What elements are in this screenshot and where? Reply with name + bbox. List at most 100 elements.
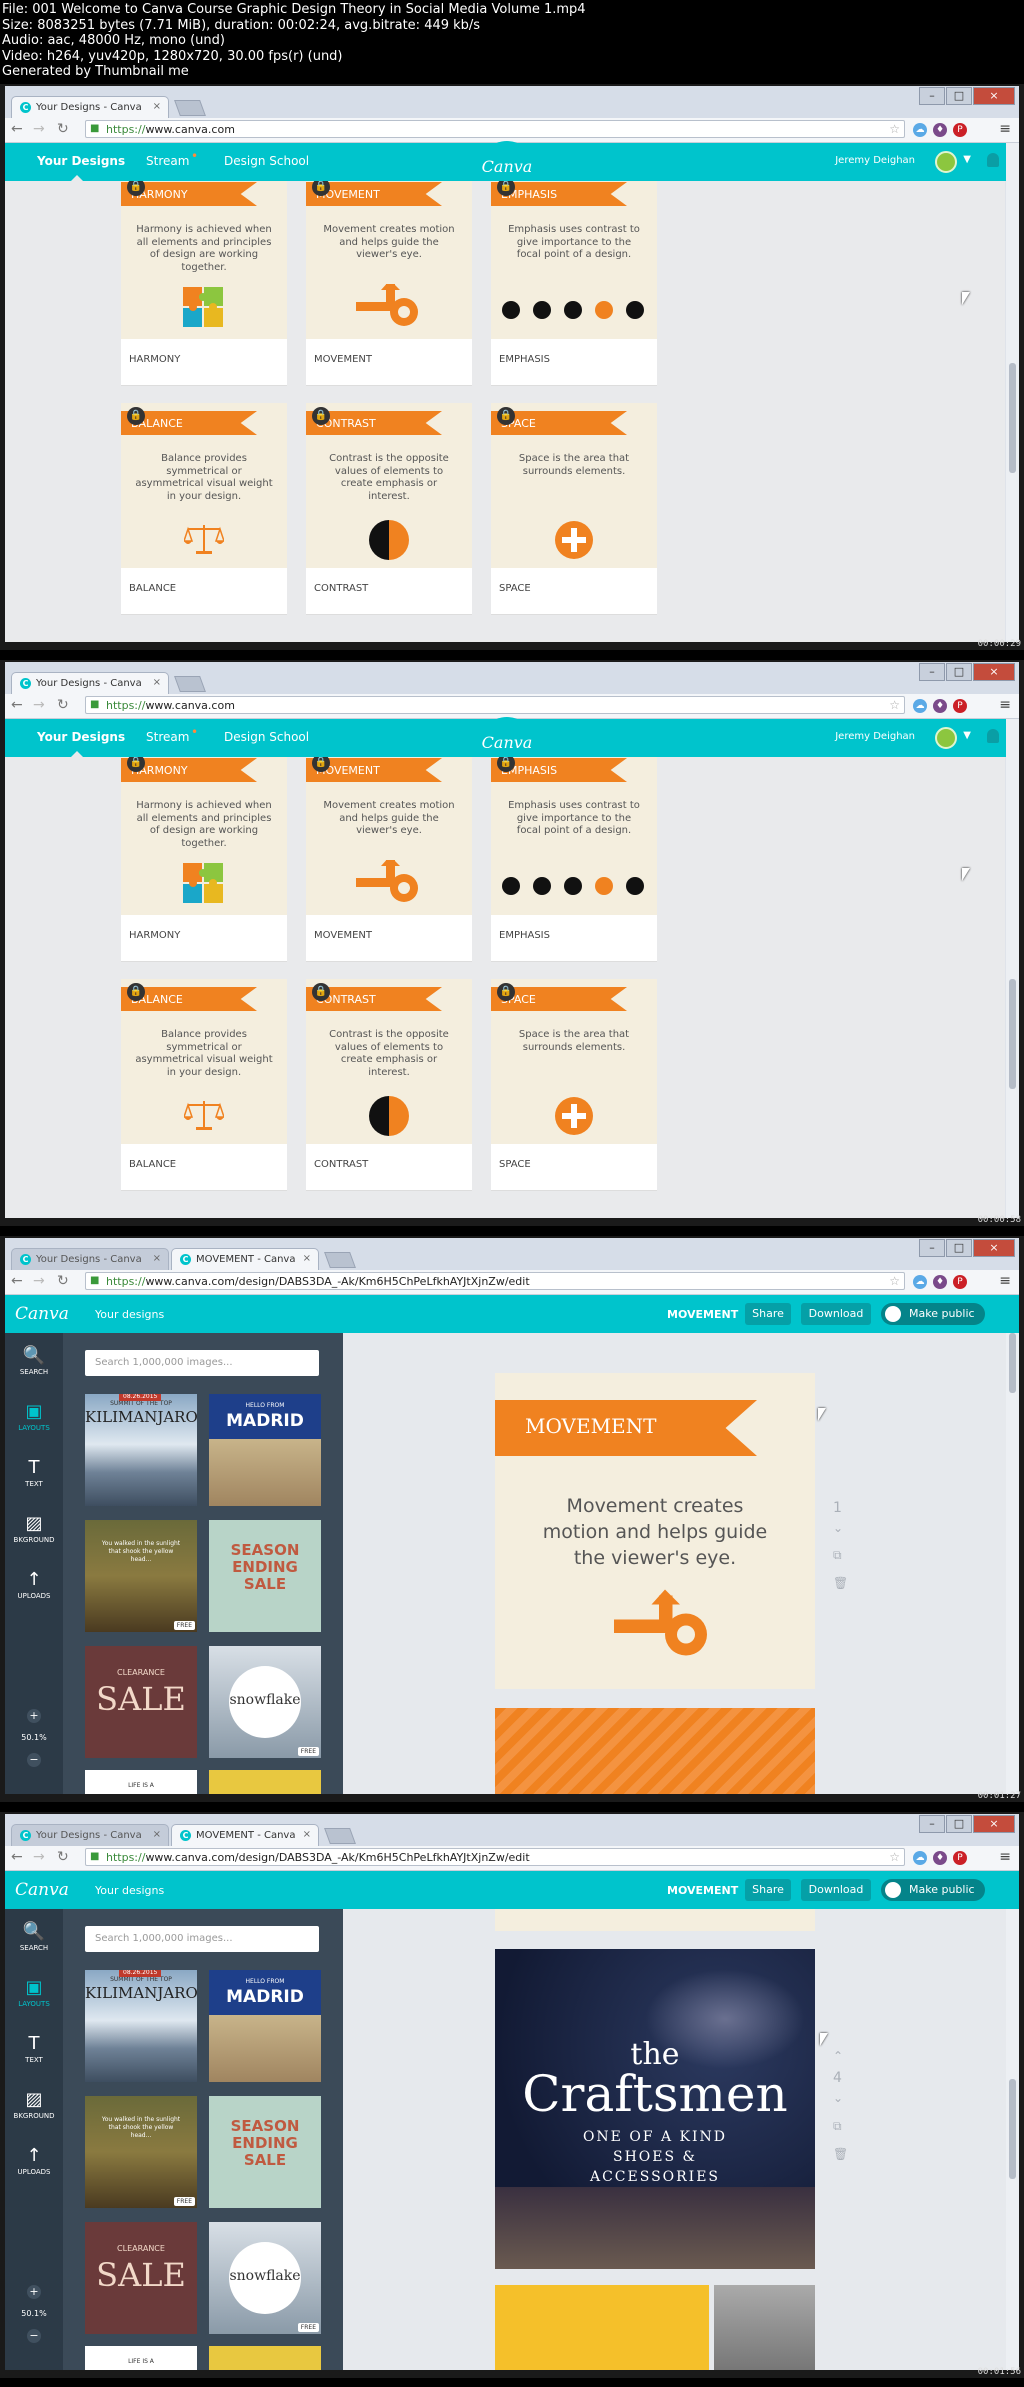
avatar[interactable] bbox=[935, 727, 957, 749]
design-title[interactable]: MOVEMENT bbox=[667, 1884, 738, 1897]
extension-icon[interactable]: ♦ bbox=[933, 1275, 947, 1289]
scrollbar-thumb[interactable] bbox=[1009, 979, 1016, 1089]
close-window-icon[interactable]: × bbox=[973, 87, 1015, 105]
cloud-extension-icon[interactable]: ☁ bbox=[913, 699, 927, 713]
avatar[interactable] bbox=[935, 151, 957, 173]
template-snowflake[interactable]: snowflake FREE bbox=[209, 1646, 321, 1758]
design-card-contrast[interactable]: CONTRAST 🔒 Contrast is the opposite valu… bbox=[306, 979, 472, 1191]
browser-tab[interactable]: C MOVEMENT - Canva × bbox=[171, 1248, 319, 1270]
scrollbar[interactable] bbox=[1006, 1333, 1019, 1794]
bell-icon[interactable] bbox=[987, 729, 999, 743]
back-arrow-icon[interactable]: ← bbox=[11, 1849, 23, 1865]
design-card-space[interactable]: SPACE 🔒 Space is the area that surrounds… bbox=[491, 979, 657, 1191]
craft-title[interactable]: Craftsmen bbox=[495, 2065, 815, 2123]
extension-icon[interactable]: ♦ bbox=[933, 123, 947, 137]
chevron-down-icon[interactable]: ▼ bbox=[963, 154, 971, 165]
nav-your-designs[interactable]: Your Designs bbox=[37, 730, 125, 744]
user-name[interactable]: Jeremy Deighan bbox=[835, 155, 915, 166]
search-input[interactable]: Search 1,000,000 images... bbox=[85, 1926, 319, 1952]
sidebar-item-text[interactable]: T TEXT bbox=[5, 2033, 63, 2064]
scrollbar[interactable] bbox=[1006, 719, 1019, 1218]
close-window-icon[interactable]: × bbox=[973, 1239, 1015, 1257]
search-input[interactable]: Search 1,000,000 images... bbox=[85, 1350, 319, 1376]
delete-page-icon[interactable]: 🗑 bbox=[833, 2147, 848, 2161]
pinterest-icon[interactable]: P bbox=[953, 123, 967, 137]
back-arrow-icon[interactable]: ← bbox=[11, 121, 23, 137]
back-arrow-icon[interactable]: ← bbox=[11, 697, 23, 713]
new-tab-button[interactable] bbox=[174, 100, 206, 116]
template-madrid[interactable]: HELLO FROM MADRID bbox=[209, 1970, 321, 2082]
copy-page-icon[interactable]: ⧉ bbox=[833, 2119, 842, 2134]
address-bar[interactable]: ■ https://www.canva.com ☆ bbox=[85, 696, 905, 714]
browser-tab[interactable]: C Your Designs - Canva × bbox=[11, 96, 169, 118]
template-season-sale[interactable]: SEASON ENDING SALE bbox=[209, 2096, 321, 2208]
pinterest-icon[interactable]: P bbox=[953, 1851, 967, 1865]
minimize-icon[interactable]: – bbox=[919, 663, 945, 681]
new-tab-button[interactable] bbox=[174, 676, 206, 692]
nav-design-school[interactable]: Design School bbox=[224, 154, 309, 168]
copy-page-icon[interactable]: ⧉ bbox=[833, 1548, 842, 1563]
design-card-balance[interactable]: BALANCE 🔒 Balance provides symmetrical o… bbox=[121, 979, 287, 1191]
canva-logo[interactable]: Canva bbox=[15, 1880, 69, 1900]
design-page-5[interactable] bbox=[495, 2285, 709, 2370]
close-tab-icon[interactable]: × bbox=[153, 677, 161, 688]
design-card-space[interactable]: SPACE 🔒 Space is the area that surrounds… bbox=[491, 403, 657, 615]
template-season-sale[interactable]: SEASON ENDING SALE bbox=[209, 1520, 321, 1632]
template-life[interactable]: LIFE IS A bbox=[85, 2346, 197, 2370]
design-page-4[interactable]: the Craftsmen ONE OF A KIND SHOES & ACCE… bbox=[495, 1949, 815, 2269]
browser-tab[interactable]: C MOVEMENT - Canva × bbox=[171, 1824, 319, 1846]
nav-your-designs[interactable]: Your Designs bbox=[37, 154, 125, 168]
bookmark-star-icon[interactable]: ☆ bbox=[889, 1274, 900, 1288]
browser-tab[interactable]: C Your Designs - Canva × bbox=[11, 672, 169, 694]
address-bar[interactable]: ■ https://www.canva.com ☆ bbox=[85, 120, 905, 138]
sidebar-item-search[interactable]: 🔍 SEARCH bbox=[5, 1345, 63, 1376]
address-bar[interactable]: ■ https://www.canva.com/design/DABS3DA_-… bbox=[85, 1848, 905, 1866]
template-sunlight[interactable]: You walked in the sunlight that shook th… bbox=[85, 1520, 197, 1632]
maximize-icon[interactable]: □ bbox=[946, 1815, 972, 1833]
poster-banner[interactable]: MOVEMENT bbox=[495, 1400, 757, 1456]
pinterest-icon[interactable]: P bbox=[953, 1275, 967, 1289]
extension-icon[interactable]: ♦ bbox=[933, 1851, 947, 1865]
forward-arrow-icon[interactable]: → bbox=[33, 697, 45, 713]
forward-arrow-icon[interactable]: → bbox=[33, 1273, 45, 1289]
template-yellow[interactable] bbox=[209, 2346, 321, 2370]
design-card-movement[interactable]: MOVEMENT 🔒 Movement creates motion and h… bbox=[306, 181, 472, 386]
forward-arrow-icon[interactable]: → bbox=[33, 121, 45, 137]
design-card-harmony[interactable]: HARMONY 🔒 Harmony is achieved when all e… bbox=[121, 181, 287, 386]
zoom-in-button[interactable]: + bbox=[27, 2285, 41, 2299]
browser-tab[interactable]: C Your Designs - Canva × bbox=[11, 1248, 169, 1270]
design-page-3[interactable] bbox=[495, 1909, 815, 1931]
design-page-5-photo[interactable] bbox=[714, 2285, 815, 2370]
pinterest-icon[interactable]: P bbox=[953, 699, 967, 713]
scrollbar-thumb[interactable] bbox=[1009, 1333, 1016, 1393]
template-madrid[interactable]: HELLO FROM MADRID bbox=[209, 1394, 321, 1506]
bookmark-star-icon[interactable]: ☆ bbox=[889, 122, 900, 136]
browser-tab[interactable]: C Your Designs - Canva × bbox=[11, 1824, 169, 1846]
minimize-icon[interactable]: – bbox=[919, 1815, 945, 1833]
close-tab-icon[interactable]: × bbox=[153, 1253, 161, 1264]
poster-text[interactable]: Movement creates motion and helps guide … bbox=[535, 1493, 775, 1571]
maximize-icon[interactable]: □ bbox=[946, 663, 972, 681]
sidebar-item-uploads[interactable]: ↑ UPLOADS bbox=[5, 2145, 63, 2176]
template-yellow[interactable] bbox=[209, 1770, 321, 1794]
cloud-extension-icon[interactable]: ☁ bbox=[913, 123, 927, 137]
design-card-harmony[interactable]: HARMONY 🔒 Harmony is achieved when all e… bbox=[121, 757, 287, 962]
chrome-menu-icon[interactable]: ≡ bbox=[999, 1273, 1011, 1289]
cloud-extension-icon[interactable]: ☁ bbox=[913, 1275, 927, 1289]
template-sunlight[interactable]: You walked in the sunlight that shook th… bbox=[85, 2096, 197, 2208]
sidebar-item-background[interactable]: ▨ BKGROUND bbox=[5, 1513, 63, 1544]
design-page-2[interactable] bbox=[495, 1708, 815, 1794]
address-bar[interactable]: ■ https://www.canva.com/design/DABS3DA_-… bbox=[85, 1272, 905, 1290]
reload-icon[interactable]: ↻ bbox=[57, 1273, 69, 1289]
zoom-out-button[interactable]: − bbox=[27, 1753, 41, 1767]
template-life[interactable]: LIFE IS A bbox=[85, 1770, 197, 1794]
design-card-emphasis[interactable]: EMPHASIS 🔒 Emphasis uses contrast to giv… bbox=[491, 757, 657, 962]
download-button[interactable]: Download bbox=[801, 1303, 871, 1325]
template-clearance-sale[interactable]: CLEARANCE SALE bbox=[85, 2222, 197, 2334]
new-tab-button[interactable] bbox=[324, 1828, 356, 1844]
bell-icon[interactable] bbox=[987, 153, 999, 167]
reload-icon[interactable]: ↻ bbox=[57, 121, 69, 137]
chrome-menu-icon[interactable]: ≡ bbox=[999, 1849, 1011, 1865]
extension-icon[interactable]: ♦ bbox=[933, 699, 947, 713]
download-button[interactable]: Download bbox=[801, 1879, 871, 1901]
